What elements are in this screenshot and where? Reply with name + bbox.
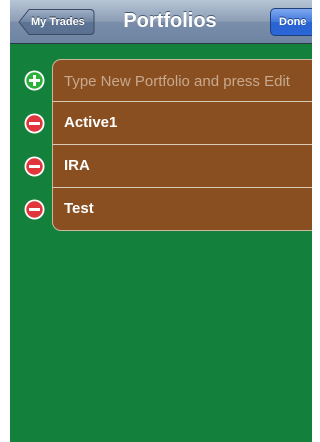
portfolio-cell[interactable]: Test <box>52 188 312 231</box>
portfolio-cell[interactable]: IRA <box>52 145 312 188</box>
portfolio-name: IRA <box>64 157 90 174</box>
navigation-bar: My Trades Portfolios Done <box>10 0 312 44</box>
portfolios-screen: My Trades Portfolios Done Type New Portf… <box>0 0 312 442</box>
page-title: Portfolios <box>123 10 217 32</box>
portfolio-name: Test <box>64 200 94 217</box>
portfolio-name: Active1 <box>64 114 118 131</box>
new-portfolio-input[interactable] <box>53 60 312 102</box>
add-icon[interactable] <box>24 70 45 91</box>
portfolio-row: IRA <box>10 145 312 188</box>
back-button[interactable]: My Trades <box>18 8 95 36</box>
portfolio-list: Active1 IRA <box>10 59 312 231</box>
delete-icon[interactable] <box>24 199 45 220</box>
portfolio-list-area: Active1 IRA <box>10 44 312 442</box>
portfolio-row: Active1 <box>10 102 312 145</box>
new-portfolio-cell <box>52 59 312 102</box>
back-button-label: My Trades <box>31 16 85 28</box>
delete-icon[interactable] <box>24 113 45 134</box>
new-portfolio-row <box>10 59 312 102</box>
portfolio-row: Test <box>10 188 312 231</box>
delete-icon[interactable] <box>24 156 45 177</box>
done-button[interactable]: Done <box>270 8 312 36</box>
portfolio-cell[interactable]: Active1 <box>52 102 312 145</box>
left-margin <box>0 0 10 442</box>
